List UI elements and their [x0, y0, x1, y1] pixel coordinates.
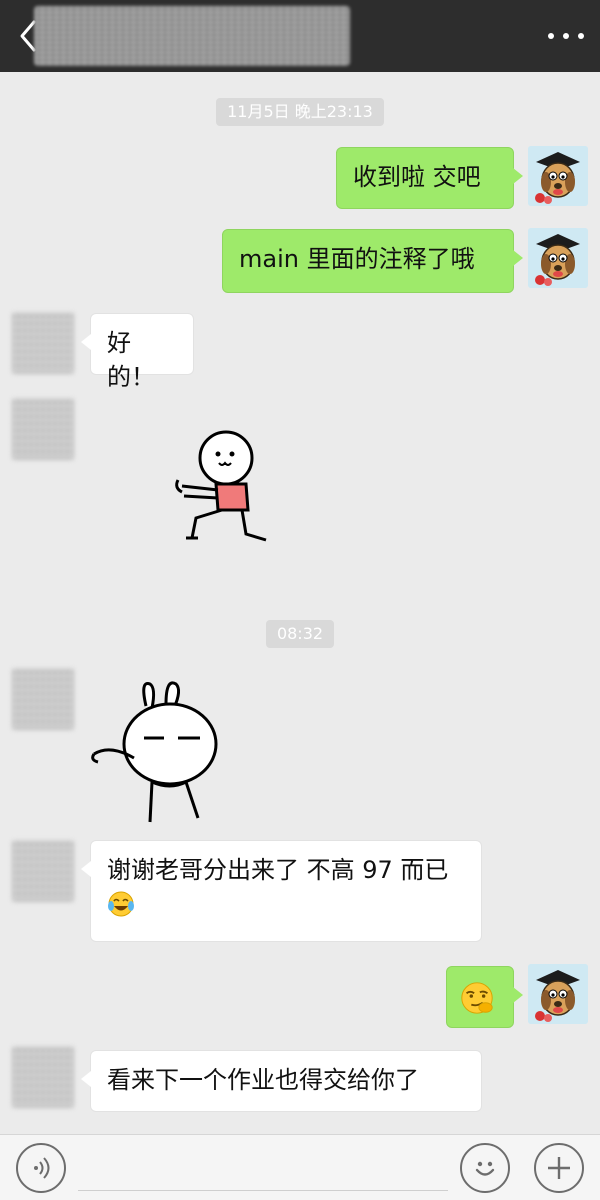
voice-button[interactable]	[16, 1143, 66, 1193]
avatar-self[interactable]	[528, 964, 588, 1024]
message-bubble-incoming[interactable]: 看来下一个作业也得交给你了	[81, 1050, 482, 1112]
input-bar	[0, 1134, 600, 1200]
smiley-icon	[475, 1161, 495, 1176]
avatar-self[interactable]	[528, 146, 588, 206]
avatar-contact-redacted[interactable]	[12, 840, 74, 902]
bunny-waving-sticker[interactable]	[90, 678, 230, 824]
avatar-self[interactable]	[528, 228, 588, 288]
avatar-contact-redacted[interactable]	[12, 668, 74, 730]
avatar-contact-redacted[interactable]	[12, 398, 74, 460]
dog-graduate-avatar-icon	[528, 964, 588, 1024]
message-bubble-outgoing[interactable]: 收到啦 交吧	[336, 147, 523, 209]
avatar-contact-redacted[interactable]	[12, 312, 74, 374]
more-button[interactable]	[548, 22, 584, 50]
message-text: 谢谢老哥分出来了 不高 97 而已	[107, 856, 449, 884]
timestamp: 08:32	[266, 620, 334, 648]
plus-icon	[548, 1157, 570, 1179]
smirk-emoji	[461, 982, 493, 1014]
message-bubble-incoming[interactable]: 好的！	[81, 313, 194, 391]
message-bubble-outgoing[interactable]: main 里面的注释了哦	[222, 229, 523, 293]
dog-graduate-avatar-icon	[528, 146, 588, 206]
chat-header	[0, 0, 600, 72]
voice-icon	[34, 1157, 50, 1179]
message-input[interactable]	[78, 1147, 448, 1191]
emoji-button[interactable]	[460, 1143, 510, 1193]
message-bubble-incoming[interactable]: 谢谢老哥分出来了 不高 97 而已	[81, 840, 482, 942]
more-options-button[interactable]	[534, 1143, 584, 1193]
dog-graduate-avatar-icon	[528, 228, 588, 288]
ellipsis-icon	[548, 33, 554, 39]
tears-of-joy-emoji	[107, 890, 135, 918]
avatar-contact-redacted[interactable]	[12, 1046, 74, 1108]
message-bubble-outgoing-emoji[interactable]	[446, 966, 523, 1028]
chat-title-redacted	[34, 6, 350, 66]
running-stickman-sticker[interactable]	[172, 430, 272, 550]
timestamp: 11月5日 晚上23:13	[216, 98, 384, 126]
